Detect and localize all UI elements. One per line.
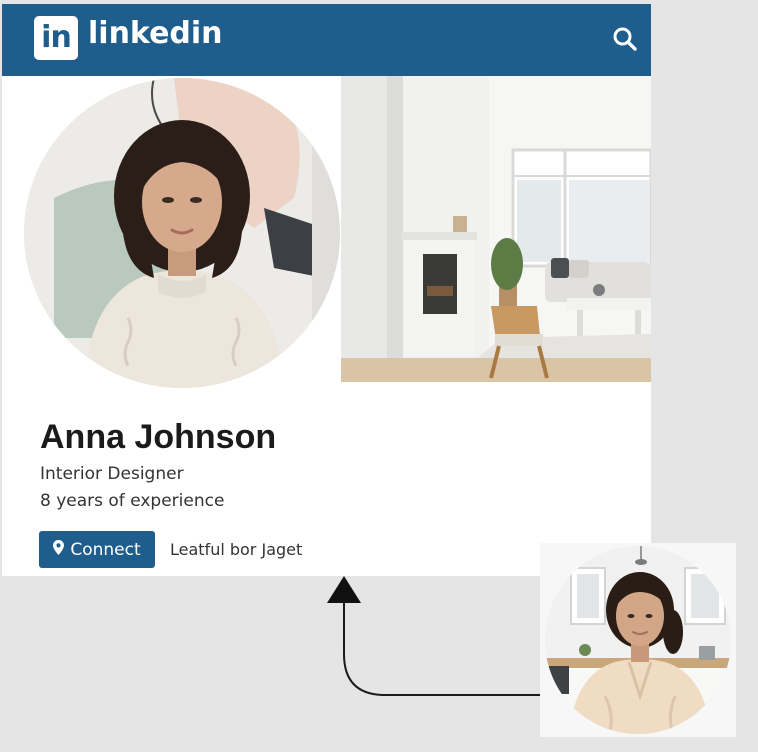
profile-experience: 8 years of experience — [40, 491, 225, 511]
profile-avatar[interactable] — [24, 78, 340, 388]
profile-card: in linkedin Anna Johnson Interior Design… — [2, 4, 651, 576]
secondary-avatar-photo[interactable] — [545, 546, 731, 734]
connect-button[interactable]: Connect — [39, 531, 155, 568]
location-pin-icon — [53, 539, 65, 560]
profile-headline: Interior Designer — [40, 464, 184, 484]
search-icon[interactable] — [610, 24, 640, 54]
top-navigation-bar: in linkedin — [2, 4, 651, 76]
secondary-text: Leatful bor Jaget — [170, 540, 303, 559]
secondary-photo-frame — [540, 543, 736, 737]
linkedin-logo[interactable]: in — [34, 16, 78, 60]
connect-button-label: Connect — [70, 539, 141, 560]
logo-mark: in — [41, 20, 72, 55]
brand-wordmark: linkedin — [88, 16, 223, 51]
cover-photo-interior — [341, 76, 651, 382]
profile-name: Anna Johnson — [40, 418, 277, 456]
